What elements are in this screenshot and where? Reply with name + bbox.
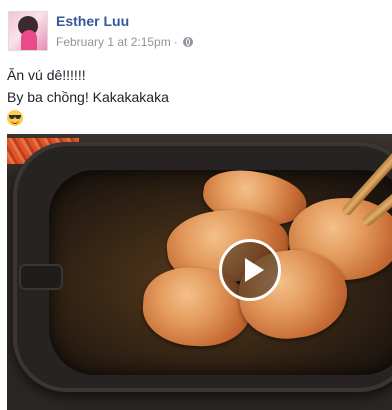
- post-text-line-1: Ăn vú dê!!!!!!: [7, 67, 86, 83]
- post-text-line-2: By ba chồng! Kakakakaka: [7, 89, 169, 105]
- video-player[interactable]: [7, 134, 392, 410]
- post-header: Esther Luu February 1 at 2:15pm ·: [8, 11, 193, 51]
- separator-dot: ·: [173, 35, 178, 49]
- author-avatar[interactable]: [8, 11, 48, 51]
- globe-icon[interactable]: [182, 37, 193, 47]
- play-icon: [245, 258, 264, 282]
- post-text: Ăn vú dê!!!!!! By ba chồng! Kakakakaka: [7, 64, 169, 132]
- post-meta: Esther Luu February 1 at 2:15pm ·: [56, 11, 193, 51]
- sunglasses-emoji-icon: [7, 110, 23, 126]
- play-button[interactable]: [219, 239, 281, 301]
- facebook-post: Esther Luu February 1 at 2:15pm · Ăn vú …: [0, 0, 392, 410]
- post-subline: February 1 at 2:15pm ·: [56, 35, 193, 49]
- author-name[interactable]: Esther Luu: [56, 13, 193, 29]
- post-timestamp[interactable]: February 1 at 2:15pm: [56, 35, 171, 49]
- pan-handle: [19, 264, 63, 290]
